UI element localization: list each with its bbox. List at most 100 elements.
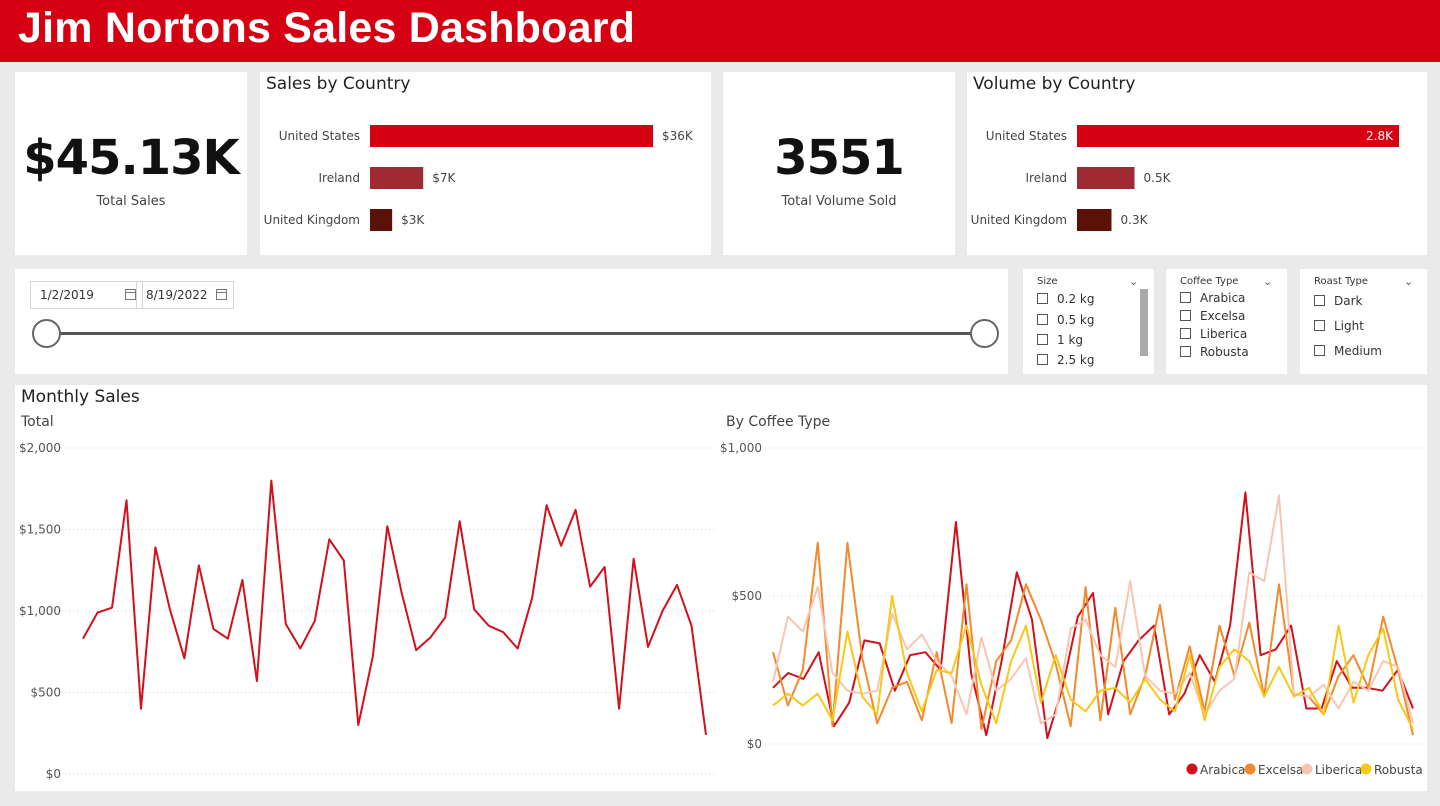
roast-type-slicer: Roast Type ⌄ Dark Light Medium [1300, 269, 1427, 374]
checkbox[interactable] [1180, 346, 1191, 357]
bar [370, 125, 653, 147]
coffee-option-robusta[interactable]: Robusta [1180, 345, 1249, 359]
chevron-down-icon[interactable]: ⌄ [1263, 275, 1272, 288]
size-option-0.2kg[interactable]: 0.2 kg [1037, 292, 1094, 306]
roast-option-label: Dark [1334, 294, 1363, 308]
total-sales-label: Total Sales [96, 194, 166, 209]
roast-option-label: Medium [1334, 344, 1382, 358]
bar [1077, 125, 1399, 147]
data-label: $7K [432, 171, 456, 185]
legend-marker [1244, 763, 1256, 775]
roast-option-label: Light [1334, 319, 1364, 333]
legend-label: Arabica [1200, 763, 1245, 777]
data-label: 0.3K [1121, 213, 1149, 227]
coffee-option-arabica[interactable]: Arabica [1180, 291, 1245, 305]
calendar-icon[interactable] [216, 289, 227, 300]
category-label: United States [986, 129, 1067, 143]
page-title: Jim Nortons Sales Dashboard [18, 4, 636, 52]
chevron-down-icon[interactable]: ⌄ [1129, 275, 1138, 288]
y-tick-label: $0 [747, 737, 762, 751]
start-date-input[interactable]: 1/2/2019 [30, 281, 143, 309]
series-line [82, 479, 707, 736]
y-tick-label: $0 [46, 767, 61, 781]
checkbox[interactable] [1037, 314, 1048, 325]
coffee-type-slicer-title: Coffee Type [1180, 276, 1239, 287]
volume-by-country-card: Volume by Country United States 2.8K Irela… [967, 72, 1427, 255]
size-option-label: 1 kg [1057, 333, 1084, 347]
category-label: Ireland [1025, 171, 1067, 185]
bar [370, 167, 424, 189]
y-tick-label: $500 [731, 589, 762, 603]
date-slider-start-handle[interactable] [32, 319, 61, 348]
bar [1077, 209, 1112, 231]
category-label: United Kingdom [264, 213, 360, 227]
checkbox[interactable] [1180, 328, 1191, 339]
checkbox[interactable] [1180, 292, 1191, 303]
total-volume-value: 3551 [774, 130, 905, 186]
header-bar: Jim Nortons Sales Dashboard [0, 0, 1440, 62]
data-label: $36K [662, 129, 694, 143]
calendar-icon[interactable] [125, 289, 136, 300]
sales-by-country-chart: United States $36K Ireland $7K United Kingdo… [264, 125, 694, 231]
size-option-0.5kg[interactable]: 0.5 kg [1037, 313, 1094, 327]
end-date-value: 8/19/2022 [146, 288, 208, 302]
category-label: United Kingdom [971, 213, 1067, 227]
y-tick-label: $1,000 [720, 441, 762, 455]
total-volume-card: 3551 Total Volume Sold [723, 72, 955, 255]
legend-marker [1360, 763, 1372, 775]
total-sales-value: $45.13K [23, 130, 239, 186]
checkbox[interactable] [1314, 295, 1325, 306]
size-option-label: 0.5 kg [1057, 313, 1095, 327]
roast-option-light[interactable]: Light [1314, 319, 1364, 333]
legend-label: Liberica [1315, 763, 1362, 777]
checkbox[interactable] [1180, 310, 1191, 321]
monthly-sales-card: Monthly Sales Total By Coffee Type $0 $50… [15, 385, 1427, 791]
date-slicer: 1/2/2019 8/19/2022 [15, 269, 1008, 374]
category-label: United States [279, 129, 360, 143]
volume-by-country-chart: United States 2.8K Ireland 0.5K United Kingd… [971, 125, 1399, 231]
total-sales-card: $45.13K Total Sales [15, 72, 247, 255]
checkbox[interactable] [1314, 320, 1325, 331]
coffee-option-label: Robusta [1200, 345, 1249, 359]
category-label: Ireland [318, 171, 360, 185]
coffee-option-label: Excelsa [1200, 309, 1246, 323]
size-option-2.5kg[interactable]: 2.5 kg [1037, 353, 1094, 367]
checkbox[interactable] [1037, 293, 1048, 304]
size-slicer-scrollbar[interactable] [1140, 289, 1148, 356]
total-volume-label: Total Volume Sold [781, 194, 897, 209]
size-option-label: 2.5 kg [1057, 353, 1095, 367]
monthly-sales-charts: $0 $500 $1,000 $1,500 $2,000 $0 $500 $1,000 Arab… [19, 441, 1423, 781]
roast-type-slicer-title: Roast Type [1314, 276, 1369, 287]
date-slider-track[interactable] [55, 332, 995, 335]
bar [1077, 167, 1135, 189]
legend-marker [1301, 763, 1313, 775]
roast-option-dark[interactable]: Dark [1314, 294, 1362, 308]
size-option-label: 0.2 kg [1057, 292, 1095, 306]
legend-label: Robusta [1374, 763, 1423, 777]
coffee-option-liberica[interactable]: Liberica [1180, 327, 1247, 341]
coffee-option-excelsa[interactable]: Excelsa [1180, 309, 1245, 323]
checkbox[interactable] [1037, 354, 1048, 365]
y-tick-label: $2,000 [19, 441, 61, 455]
y-tick-label: $1,500 [19, 523, 61, 537]
chevron-down-icon[interactable]: ⌄ [1404, 275, 1413, 288]
sales-by-country-card: Sales by Country United States $36K Irelan… [260, 72, 711, 255]
data-label: 0.5K [1144, 171, 1172, 185]
start-date-value: 1/2/2019 [40, 288, 94, 302]
coffee-type-slicer: Coffee Type ⌄ Arabica Excelsa Liberica R… [1166, 269, 1287, 374]
coffee-option-label: Arabica [1200, 291, 1246, 305]
y-tick-label: $500 [30, 686, 61, 700]
end-date-input[interactable]: 8/19/2022 [136, 281, 234, 309]
roast-option-medium[interactable]: Medium [1314, 344, 1382, 358]
legend-label: Excelsa [1258, 763, 1303, 777]
date-slider-end-handle[interactable] [970, 319, 999, 348]
legend-marker [1186, 763, 1198, 775]
size-option-1kg[interactable]: 1 kg [1037, 333, 1083, 347]
data-label: 2.8K [1366, 129, 1394, 143]
checkbox[interactable] [1314, 345, 1325, 356]
y-tick-label: $1,000 [19, 604, 61, 618]
bar [370, 209, 393, 231]
coffee-option-label: Liberica [1200, 327, 1248, 341]
checkbox[interactable] [1037, 334, 1048, 345]
size-slicer: Size ⌄ 0.2 kg 0.5 kg 1 kg 2.5 kg [1023, 269, 1154, 374]
